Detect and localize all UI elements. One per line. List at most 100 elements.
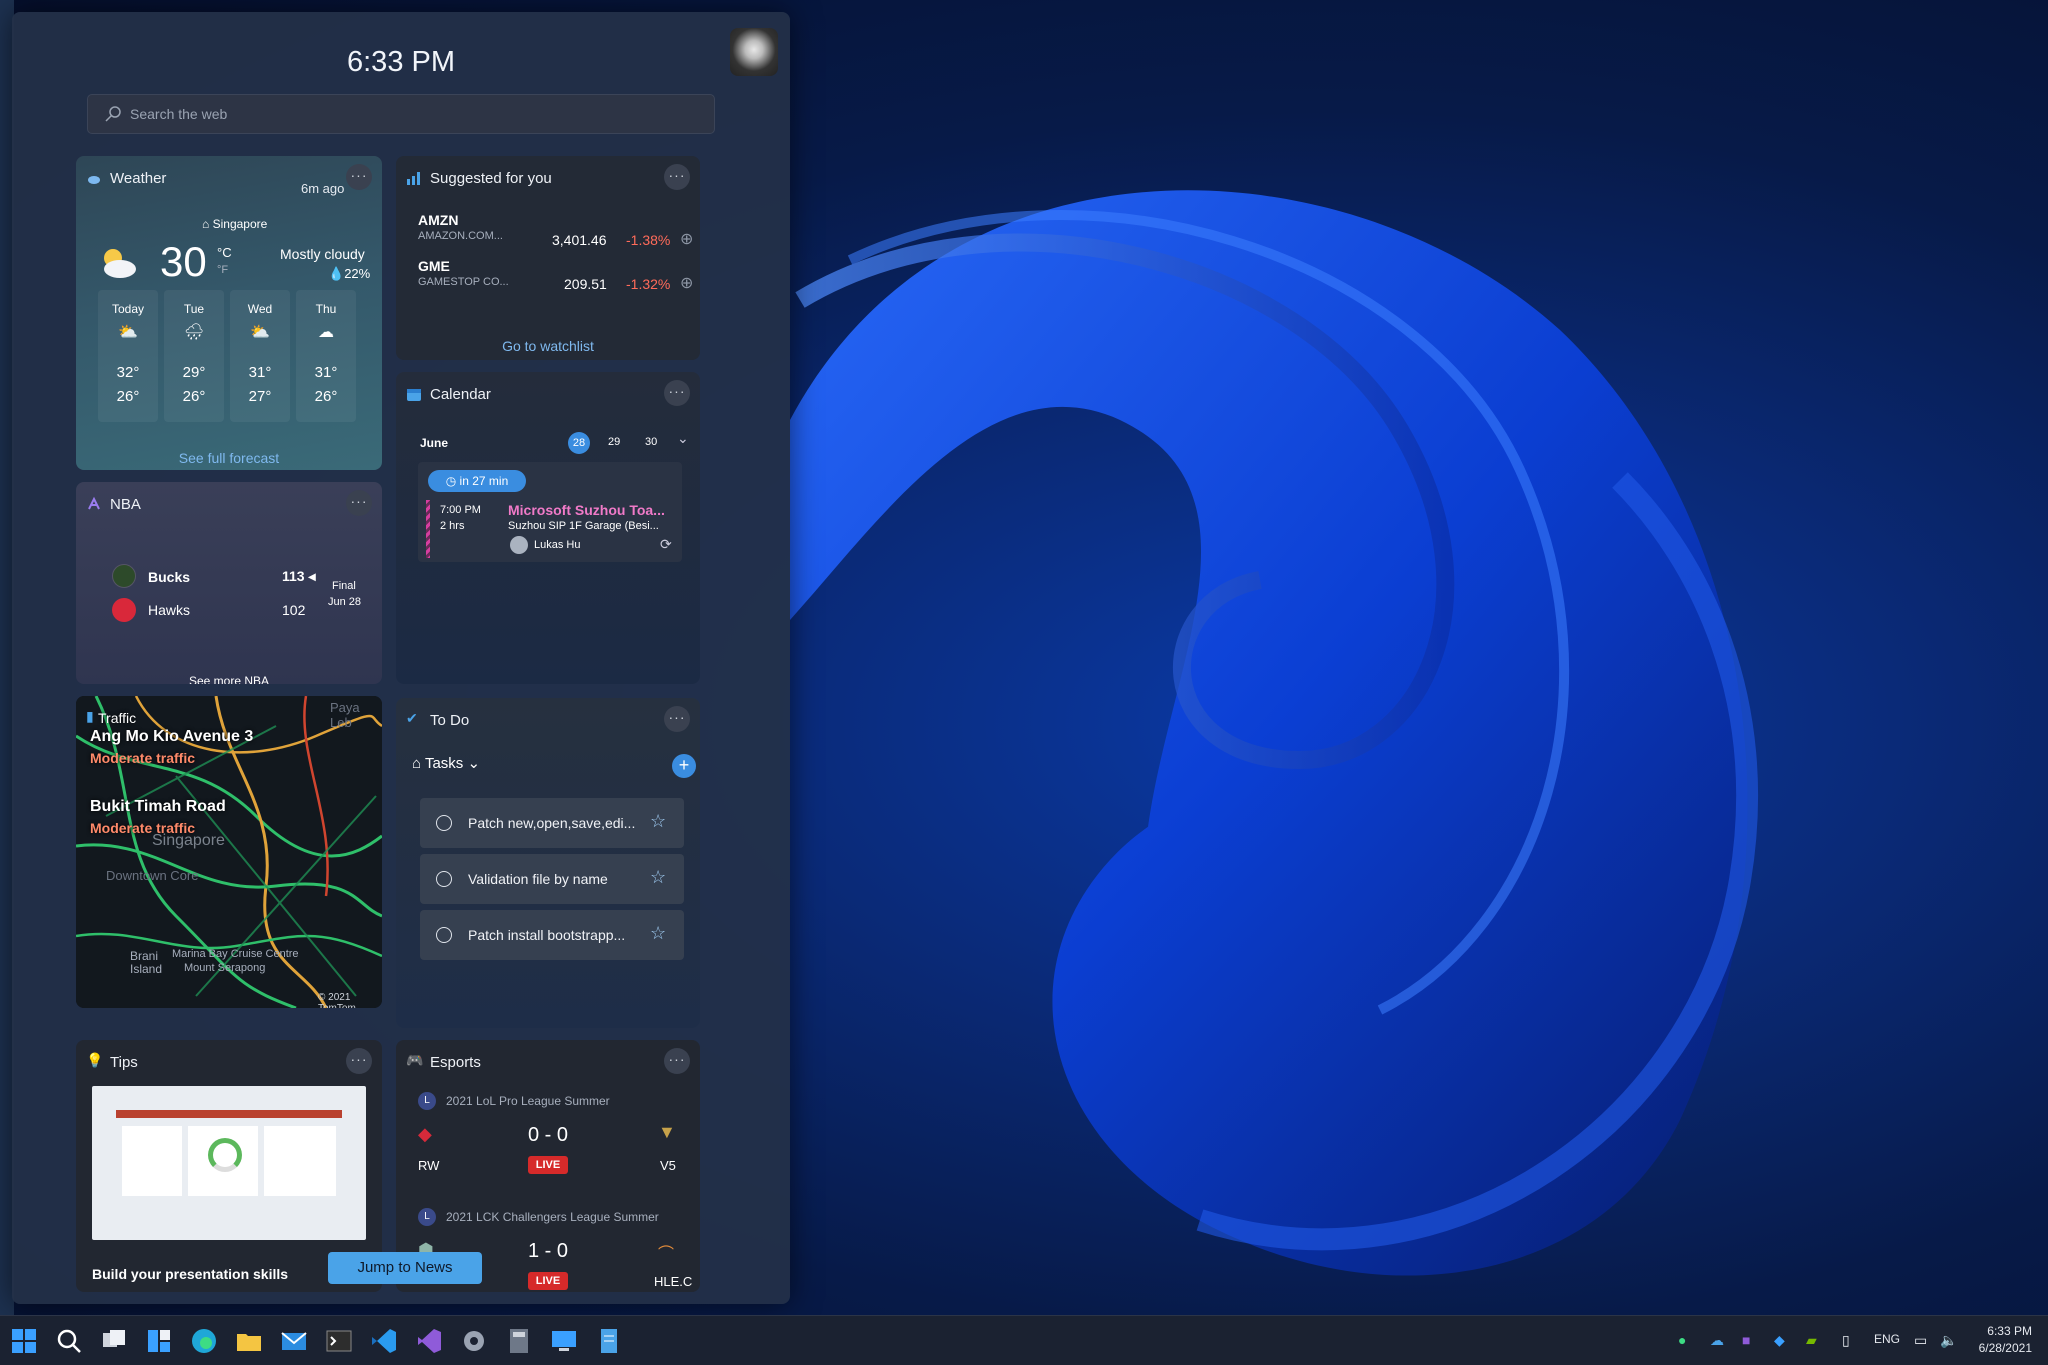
map-label: Paya Leb	[330, 700, 360, 730]
task-item[interactable]: Patch install bootstrapp... ☆	[420, 910, 684, 960]
esports-more-button[interactable]: ···	[664, 1048, 690, 1074]
panel-clock: 6:33 PM	[347, 46, 455, 78]
event-organizer: Lukas Hu	[534, 539, 581, 551]
forecast-low: 26°	[116, 388, 140, 405]
remote-desktop-icon[interactable]	[549, 1326, 579, 1356]
calendar-day[interactable]: 30	[645, 436, 657, 448]
task-checkbox[interactable]	[436, 927, 452, 943]
calendar-card[interactable]: Calendar ··· June 28 29 30 ⌄ ◷ in 27 min…	[396, 372, 700, 684]
forecast-low: 26°	[182, 388, 206, 405]
edge-icon[interactable]	[189, 1326, 219, 1356]
stock-name: GAMESTOP CO...	[418, 276, 509, 288]
forecast-day: Today ⛅ 32° 26°	[98, 290, 158, 422]
weather-more-button[interactable]: ···	[346, 164, 372, 190]
traffic-card[interactable]: ▮ Traffic Paya Leb Ang Mo Kio Avenue 3 M…	[76, 696, 382, 1008]
tips-more-button[interactable]: ···	[346, 1048, 372, 1074]
chevron-down-icon[interactable]: ⌄	[677, 430, 689, 447]
calendar-day[interactable]: 29	[608, 436, 620, 448]
vscode-icon[interactable]	[369, 1326, 399, 1356]
add-to-watchlist-icon[interactable]: ⊕	[680, 273, 693, 293]
todo-title: To Do	[430, 712, 470, 729]
todo-card[interactable]: ✔ To Do ··· ⌂ Tasks ⌄ + Patch new,open,s…	[396, 698, 700, 1028]
event-title: Microsoft Suzhou Toa...	[508, 502, 665, 518]
unit-fahrenheit[interactable]: °F	[217, 264, 228, 276]
hle-team-logo: ⌒	[658, 1246, 675, 1263]
visual-studio-icon[interactable]	[414, 1326, 444, 1356]
todo-more-button[interactable]: ···	[664, 706, 690, 732]
add-task-button[interactable]: +	[672, 754, 696, 778]
calendar-day-selected[interactable]: 28	[568, 432, 590, 454]
map-label: Downtown Core	[106, 868, 199, 883]
teams-icon[interactable]: ■	[1742, 1332, 1750, 1348]
volume-icon[interactable]: 🔈	[1940, 1332, 1957, 1349]
wechat-icon[interactable]: ●	[1678, 1332, 1686, 1348]
file-explorer-icon[interactable]	[234, 1326, 264, 1356]
stock-row[interactable]: GME GAMESTOP CO...	[418, 258, 509, 288]
task-list-name: Tasks	[424, 755, 464, 772]
tip-caption: Build your presentation skills	[92, 1266, 289, 1282]
onedrive-icon[interactable]: ☁	[1710, 1332, 1724, 1349]
current-temperature: 30	[160, 238, 207, 285]
map-label: Singapore	[152, 832, 225, 849]
partly-cloudy-icon: ⛅	[250, 324, 270, 341]
notepad-icon[interactable]	[594, 1326, 624, 1356]
nba-more-button[interactable]: ···	[346, 490, 372, 516]
network-icon[interactable]: ▭	[1914, 1332, 1927, 1349]
unit-celsius[interactable]: °C	[217, 245, 232, 260]
task-view-icon[interactable]	[99, 1326, 129, 1356]
security-icon[interactable]: ◆	[1774, 1332, 1785, 1349]
task-item[interactable]: Patch new,open,save,edi... ☆	[420, 798, 684, 848]
nba-card[interactable]: NBA ··· Bucks 113 ◂ Hawks 102 Final Jun …	[76, 482, 382, 684]
language-indicator[interactable]: ENG	[1874, 1332, 1900, 1346]
forecast-day: Wed ⛅ 31° 27°	[230, 290, 290, 422]
star-icon[interactable]: ☆	[650, 867, 666, 888]
event-color-bar	[426, 500, 430, 558]
stocks-card[interactable]: Suggested for you ··· AMZN AMAZON.COM...…	[396, 156, 700, 360]
settings-icon[interactable]	[459, 1326, 489, 1356]
weather-card[interactable]: Weather 6m ago ··· ⌂ Singapore 30 °C °F …	[76, 156, 382, 470]
start-icon[interactable]	[9, 1326, 39, 1356]
task-item[interactable]: Validation file by name ☆	[420, 854, 684, 904]
jump-to-news-button[interactable]: Jump to News	[328, 1252, 482, 1284]
add-to-watchlist-icon[interactable]: ⊕	[680, 229, 693, 249]
taskbar: ● ☁ ■ ◆ ▰ ▯ ENG ▭ 🔈 6:33 PM 6/28/2021	[0, 1315, 2048, 1365]
stock-change: -1.32%	[626, 276, 671, 292]
search-icon[interactable]	[54, 1326, 84, 1356]
stock-price: 209.51	[564, 276, 607, 292]
partly-cloudy-icon: ⛅	[118, 324, 138, 341]
star-icon[interactable]: ☆	[650, 923, 666, 944]
search-box[interactable]: Search the web	[87, 94, 715, 134]
see-full-forecast-link[interactable]: See full forecast	[76, 450, 382, 466]
calendar-title: Calendar	[430, 386, 491, 403]
see-more-nba-link[interactable]: See more NBA	[76, 674, 382, 684]
widgets-icon[interactable]	[144, 1326, 174, 1356]
usb-icon[interactable]: ▯	[1842, 1332, 1850, 1349]
terminal-icon[interactable]	[324, 1326, 354, 1356]
task-checkbox[interactable]	[436, 871, 452, 887]
task-text: Patch install bootstrapp...	[468, 927, 626, 943]
thumbnail-header-bar	[116, 1110, 342, 1118]
stocks-more-button[interactable]: ···	[664, 164, 690, 190]
v5-team-logo: ▼	[658, 1122, 676, 1142]
stock-symbol: GME	[418, 258, 450, 274]
tip-thumbnail[interactable]	[92, 1086, 366, 1240]
event-time: 7:00 PM	[440, 504, 481, 516]
star-icon[interactable]: ☆	[650, 811, 666, 832]
nvidia-icon[interactable]: ▰	[1806, 1332, 1817, 1349]
event-countdown-badge: ◷ in 27 min	[428, 470, 526, 492]
task-checkbox[interactable]	[436, 815, 452, 831]
team-score: 113 ◂	[282, 568, 316, 585]
user-avatar[interactable]	[730, 28, 778, 76]
location-label: ⌂ Singapore	[202, 217, 267, 231]
stock-row[interactable]: AMZN AMAZON.COM...	[418, 212, 503, 242]
forecast-high: 31°	[248, 364, 272, 381]
tray-clock[interactable]: 6:33 PM 6/28/2021	[1968, 1324, 2032, 1355]
calendar-more-button[interactable]: ···	[664, 380, 690, 406]
league-logo: L	[418, 1208, 436, 1226]
calendar-event[interactable]: ◷ in 27 min 7:00 PM 2 hrs Microsoft Suzh…	[418, 462, 682, 562]
mail-icon[interactable]	[279, 1326, 309, 1356]
go-to-watchlist-link[interactable]: Go to watchlist	[396, 338, 700, 354]
calculator-icon[interactable]	[504, 1326, 534, 1356]
task-list-selector[interactable]: ⌂ Tasks ⌄	[412, 754, 480, 772]
map-label: Mount Serapong	[184, 962, 266, 974]
